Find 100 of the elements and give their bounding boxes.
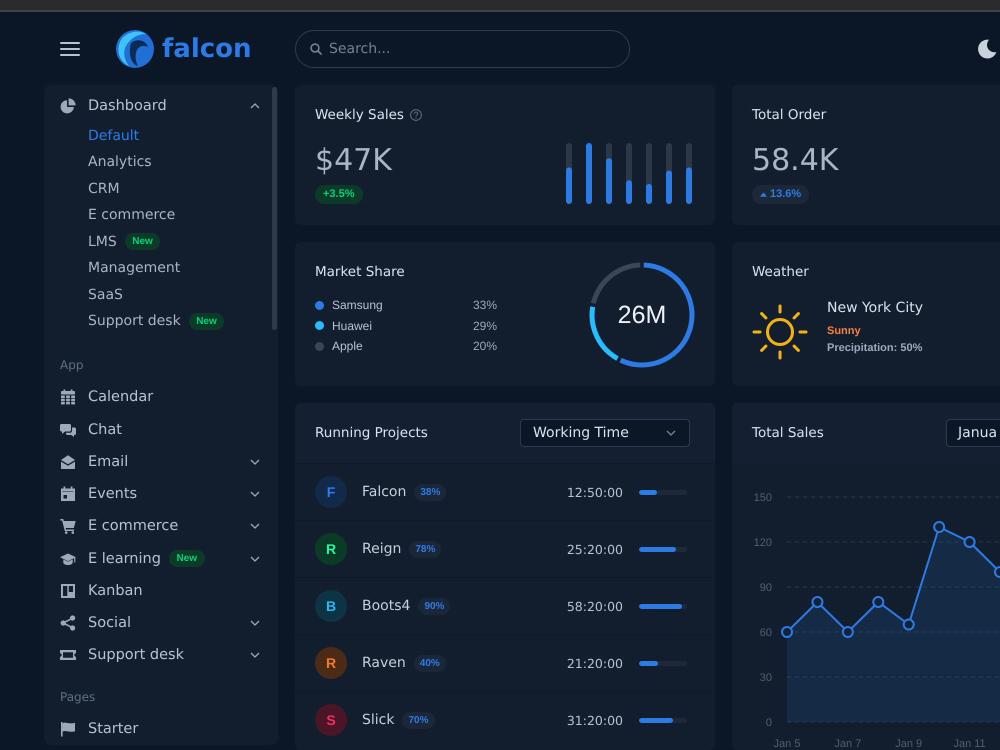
- change-badge: +3.5%: [315, 185, 362, 204]
- section-heading: App: [60, 358, 84, 374]
- axis-label: 120: [754, 537, 772, 549]
- scrollbar-thumb[interactable]: [272, 87, 277, 330]
- project-time: 12:50:00: [566, 484, 623, 500]
- sidebar-item[interactable]: Dashboard: [60, 90, 260, 122]
- sales-bar: [586, 143, 592, 204]
- data-point: [933, 521, 946, 533]
- project-time: 58:20:00: [566, 598, 623, 614]
- data-point: [902, 618, 915, 630]
- card-title: Total Order: [752, 106, 826, 125]
- calendar-icon: [60, 389, 76, 406]
- card-title: Weekly Sales: [315, 106, 404, 125]
- project-avatar: B: [315, 590, 347, 622]
- flag-icon: [60, 720, 76, 737]
- axis-label: Jan 9: [895, 738, 922, 750]
- chevron-down-icon: [666, 430, 676, 436]
- axis-label: 90: [760, 582, 772, 594]
- percent-badge: 38%: [414, 484, 446, 500]
- sidebar-item[interactable]: Calendar: [60, 381, 260, 414]
- project-name: Raven: [362, 655, 406, 671]
- label-badge: New: [188, 312, 224, 330]
- sidebar-item[interactable]: Kanban: [60, 574, 260, 607]
- project-avatar: F: [315, 476, 347, 508]
- envelope-icon: [60, 454, 76, 470]
- help-icon[interactable]: [410, 109, 422, 121]
- section-heading: Pages: [60, 690, 96, 704]
- project-avatar: R: [315, 647, 347, 679]
- sidebar-subitem[interactable]: Support desk New: [60, 308, 260, 334]
- caret-up-icon: [760, 192, 767, 197]
- sales-bar: [626, 143, 632, 204]
- sidebar-subitem[interactable]: Management: [60, 254, 260, 282]
- sidebar-item[interactable]: Email: [60, 446, 260, 478]
- sidebar-subitem[interactable]: Analytics: [60, 148, 260, 176]
- legend-label: Samsung: [332, 298, 383, 312]
- sidebar-item[interactable]: Events: [60, 478, 260, 510]
- legend-label: Huawei: [332, 318, 372, 333]
- board-icon: [60, 582, 76, 599]
- card-title: Market Share: [315, 263, 405, 282]
- sidebar-subitem[interactable]: SaaS: [60, 281, 260, 308]
- sidebar-subitem[interactable]: LMS New: [60, 228, 260, 255]
- percent-badge: 70%: [402, 712, 434, 728]
- axis-label: 150: [754, 492, 772, 504]
- label-badge: New: [124, 233, 160, 250]
- project-name: Boots4: [362, 598, 410, 614]
- data-point: [781, 626, 793, 638]
- cart-icon: [60, 518, 76, 534]
- axis-label: 60: [760, 627, 772, 639]
- card-title: Total Sales: [752, 424, 824, 443]
- data-point: [964, 536, 976, 548]
- percent-badge: 78%: [409, 540, 442, 558]
- sidebar-item[interactable]: Support desk: [60, 639, 260, 672]
- logo-text: falcon: [162, 34, 252, 64]
- sidebar-item[interactable]: E learning New: [60, 542, 260, 575]
- percent-badge: 40%: [414, 654, 446, 672]
- pie-chart-icon: [60, 98, 76, 114]
- search-icon: [310, 42, 322, 54]
- moon-icon[interactable]: [977, 38, 997, 58]
- card-title: Running Projects: [315, 424, 428, 443]
- data-point: [842, 626, 854, 638]
- sidebar-subitem[interactable]: Default: [60, 122, 260, 149]
- sidebar-subitem[interactable]: CRM: [60, 175, 260, 202]
- share-icon: [60, 615, 76, 632]
- weather-condition: Sunny: [827, 324, 861, 338]
- sidebar-item[interactable]: Starter: [60, 712, 260, 745]
- chat-bubbles-icon: [60, 422, 76, 438]
- data-point: [872, 596, 884, 608]
- project-avatar: R: [315, 533, 347, 565]
- project-name: Reign: [362, 541, 402, 557]
- sidebar-item[interactable]: Social: [60, 607, 260, 640]
- legend-value: 20%: [472, 339, 497, 354]
- legend-label: Apple: [332, 339, 363, 354]
- calendar-icon: [60, 486, 76, 502]
- project-name: Slick: [362, 712, 394, 728]
- working-time-dropdown[interactable]: Working Time: [520, 419, 690, 447]
- sales-bar: [606, 143, 612, 204]
- menu-icon[interactable]: [60, 42, 80, 56]
- order-value: 58.4K: [752, 143, 838, 179]
- sales-bar: [566, 143, 572, 204]
- donut-total: 26M: [618, 301, 666, 329]
- sales-bar: [686, 143, 692, 204]
- sales-value: $47K: [315, 143, 394, 179]
- graduation-cap-icon: [60, 550, 76, 567]
- sidebar-item[interactable]: E commerce: [60, 510, 260, 542]
- search-field[interactable]: Search...: [295, 30, 630, 68]
- label-badge: New: [168, 550, 204, 568]
- project-name: Falcon: [362, 484, 406, 500]
- sidebar-subitem[interactable]: E commerce: [60, 202, 260, 228]
- sales-bar: [646, 143, 652, 204]
- card-title: Weather: [752, 263, 809, 282]
- axis-label: Jan 11: [953, 738, 986, 750]
- sidebar-item[interactable]: Chat: [60, 414, 260, 446]
- change-badge: 13.6%: [752, 185, 810, 204]
- percent-badge: 90%: [418, 598, 450, 614]
- sales-bar: [666, 143, 672, 204]
- legend-value: 33%: [472, 298, 497, 312]
- project-avatar: S: [315, 704, 347, 736]
- axis-label: Jan 7: [834, 738, 862, 750]
- project-time: 21:20:00: [566, 656, 623, 670]
- month-dropdown[interactable]: Janua: [946, 419, 1000, 447]
